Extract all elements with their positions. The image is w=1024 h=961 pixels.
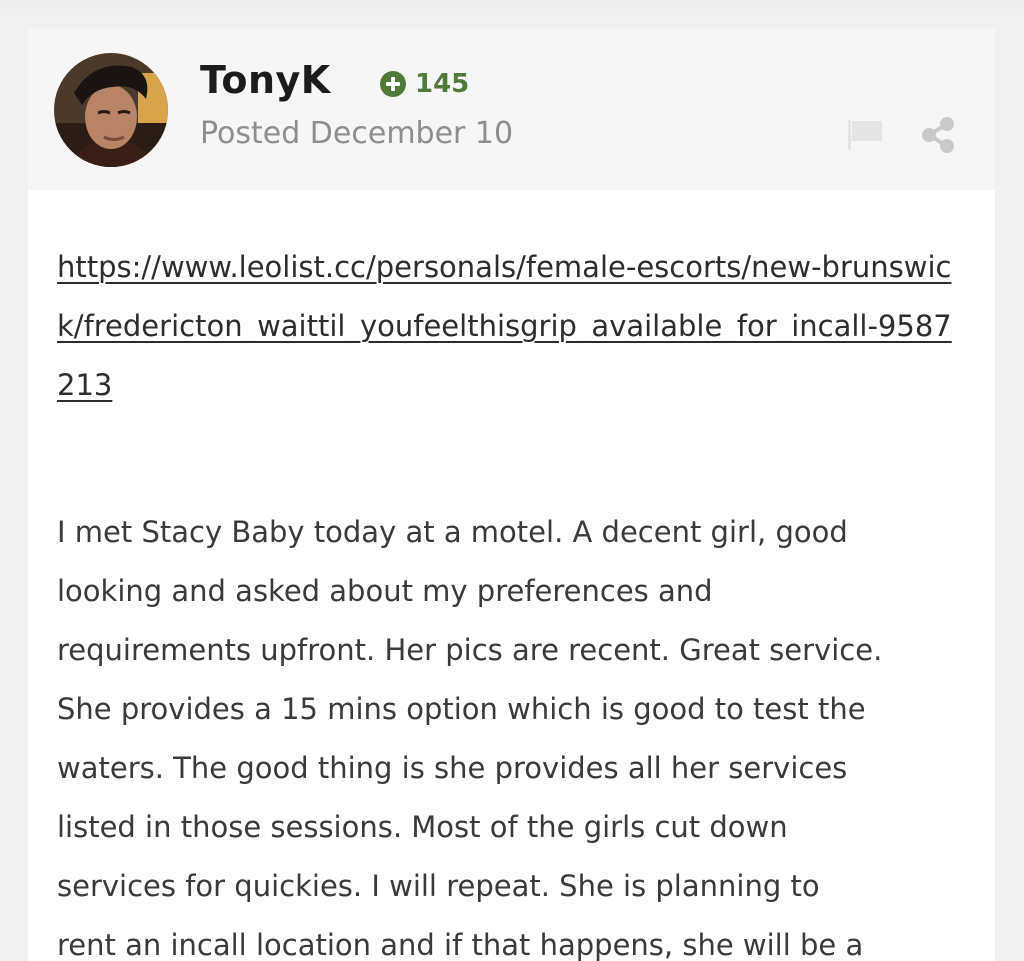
reputation-badge: 145: [380, 68, 469, 100]
post-text-line: listed in those sessions. Most of the gi…: [57, 810, 788, 844]
post-text-line: waters. The good thing is she provides a…: [57, 751, 848, 785]
post-text-line: looking and asked about my preferences a…: [57, 574, 713, 608]
author-name[interactable]: TonyK: [200, 58, 331, 102]
post-body: https://www.leolist.cc/personals/female-…: [28, 190, 995, 961]
plus-circle-icon: [380, 71, 406, 97]
share-icon[interactable]: [918, 116, 958, 154]
author-avatar[interactable]: [54, 53, 168, 167]
flag-icon[interactable]: [846, 116, 886, 152]
post-text-line: requirements upfront. Her pics are recen…: [57, 633, 883, 667]
post-date: Posted December 10: [200, 116, 514, 151]
forum-page: TonyK 145 Posted December 10 https://www…: [0, 0, 1024, 961]
top-strip: [0, 0, 1024, 28]
post-header: TonyK 145 Posted December 10: [28, 28, 995, 190]
post-text-line: I met Stacy Baby today at a motel. A dec…: [57, 515, 848, 549]
forum-post: TonyK 145 Posted December 10 https://www…: [28, 28, 995, 961]
post-link[interactable]: https://www.leolist.cc/personals/female-…: [57, 238, 967, 415]
post-text-line: rent an incall location and if that happ…: [57, 928, 864, 961]
post-text: I met Stacy Baby today at a motel. A dec…: [57, 503, 982, 961]
post-text-line: She provides a 15 mins option which is g…: [57, 692, 866, 726]
reputation-count: 145: [415, 69, 470, 99]
post-text-line: services for quickies. I will repeat. Sh…: [57, 869, 820, 903]
